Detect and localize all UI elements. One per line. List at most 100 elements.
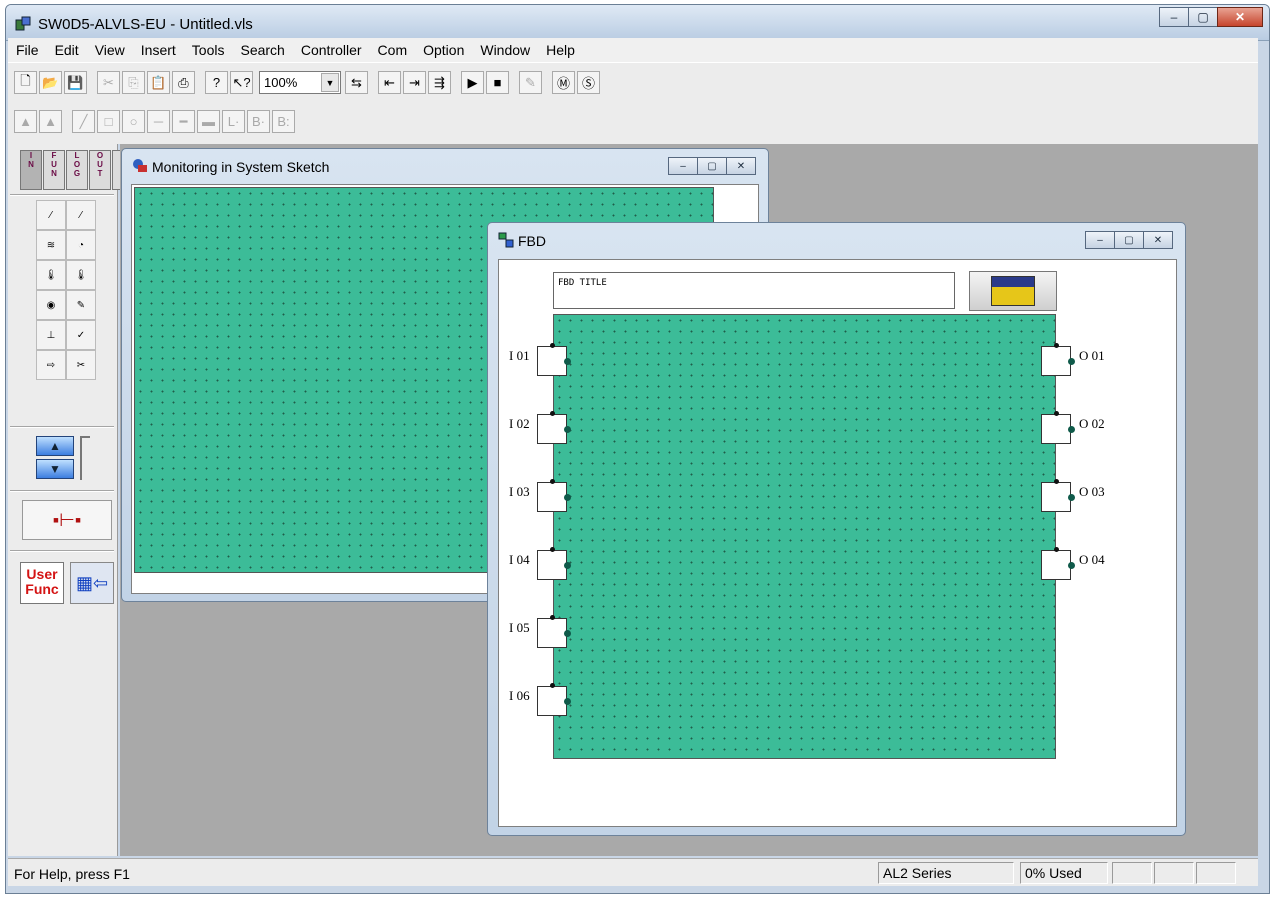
function-block-icon: ✂ (76, 359, 86, 371)
function-block-icon: ⇨ (46, 359, 56, 371)
function-block-button[interactable]: 🌡 (36, 260, 66, 290)
tab-io[interactable]: I N (20, 150, 42, 190)
tree-view-button[interactable]: ▪⊢▪ (22, 500, 112, 540)
block-button[interactable]: B· (247, 110, 270, 133)
fbd-title-field[interactable]: FBD TITLE (553, 272, 955, 309)
output-terminal[interactable] (1041, 343, 1075, 376)
menu-edit[interactable]: Edit (47, 42, 87, 58)
function-block-button[interactable]: ✂ (66, 350, 96, 380)
function-block-button[interactable]: ✎ (66, 290, 96, 320)
monitor-maximize-button[interactable]: ▢ (697, 157, 727, 175)
verify-icon: ⇶ (434, 74, 445, 90)
print-button[interactable]: ⎙ (172, 71, 195, 94)
write-button[interactable]: ⇥ (403, 71, 426, 94)
close-button[interactable]: ✕ (1217, 7, 1263, 27)
menu-view[interactable]: View (87, 42, 133, 58)
menu-file[interactable]: File (8, 42, 47, 58)
monitor-button[interactable]: Ⓜ (552, 71, 575, 94)
chevron-down-icon[interactable]: ▼ (321, 73, 339, 92)
new-button[interactable]: 🗋 (14, 71, 37, 94)
output-label: O 01 (1079, 348, 1105, 363)
monitor-minimize-button[interactable]: – (668, 157, 698, 175)
line-medium-button[interactable]: ━ (172, 110, 195, 133)
paste-button[interactable]: 📋 (147, 71, 170, 94)
output-terminal[interactable] (1041, 547, 1075, 580)
menu-window[interactable]: Window (472, 42, 538, 58)
connector-dot (564, 494, 571, 501)
context-help-button[interactable]: ↖? (230, 71, 253, 94)
status-bar: For Help, press F1 AL2 Series 0% Used (8, 858, 1258, 886)
text-button[interactable]: B: (272, 110, 295, 133)
save-button[interactable]: 💾 (64, 71, 87, 94)
ellipse-button[interactable]: ○ (122, 110, 145, 133)
output-terminal[interactable] (1041, 479, 1075, 512)
tab-func[interactable]: F U N (43, 150, 65, 190)
function-block-button[interactable]: 🌡 (66, 260, 96, 290)
zoom-select[interactable]: 100% ▼ (259, 71, 341, 94)
input-terminal[interactable] (537, 343, 571, 376)
menu-insert[interactable]: Insert (133, 42, 184, 58)
function-block-button[interactable]: ⊥ (36, 320, 66, 350)
copy-button[interactable]: ⎘ (122, 71, 145, 94)
function-block-button[interactable]: ⇨ (36, 350, 66, 380)
slider-handle[interactable] (80, 436, 90, 480)
input-label: I 03 (509, 484, 530, 499)
rect-button[interactable]: □ (97, 110, 120, 133)
line-button[interactable]: ╱ (72, 110, 95, 133)
line-thin-button[interactable]: ─ (147, 110, 170, 133)
import-function-button[interactable]: ▦⇦ (70, 562, 114, 604)
input-terminal[interactable] (537, 615, 571, 648)
scroll-up-button[interactable]: ▲ (36, 436, 74, 456)
terminal-dot (1054, 479, 1059, 484)
line-thick-button[interactable]: ▬ (197, 110, 220, 133)
fbd-close-button[interactable]: ✕ (1143, 231, 1173, 249)
fbd-dictionary-button[interactable] (969, 271, 1057, 311)
cut-button[interactable]: ✂ (97, 71, 120, 94)
down-button[interactable]: ▲ (39, 110, 62, 133)
function-block-button[interactable]: ✓ (66, 320, 96, 350)
help-button[interactable]: ? (205, 71, 228, 94)
connector-dot (564, 562, 571, 569)
menu-tools[interactable]: Tools (184, 42, 233, 58)
function-block-button[interactable]: ⁄ (36, 200, 66, 230)
open-button[interactable]: 📂 (39, 71, 62, 94)
fbd-maximize-button[interactable]: ▢ (1114, 231, 1144, 249)
function-block-button[interactable]: ⁄ (66, 200, 96, 230)
title-bar[interactable]: SW0D5-ALVLS-EU - Untitled.vls – ▢ ✕ (6, 5, 1269, 41)
output-terminal[interactable] (1041, 411, 1075, 444)
system-button[interactable]: Ⓢ (577, 71, 600, 94)
input-label: I 05 (509, 620, 530, 635)
input-terminal[interactable] (537, 411, 571, 444)
minimize-button[interactable]: – (1159, 7, 1189, 27)
maximize-button[interactable]: ▢ (1188, 7, 1218, 27)
fbd-minimize-button[interactable]: – (1085, 231, 1115, 249)
menu-com[interactable]: Com (370, 42, 416, 58)
scroll-down-button[interactable]: ▼ (36, 459, 74, 479)
toolbar-row-1: 🗋 📂 💾 ✂ ⎘ 📋 ⎙? ↖? 100% ▼ ⇆ ⇤ ⇥ ⇶ ▶ ■ ✎ Ⓜ Ⓢ (14, 71, 602, 94)
user-func-button[interactable]: User Func (20, 562, 64, 604)
monitor-close-button[interactable]: ✕ (726, 157, 756, 175)
function-block-icon: ≋ (46, 239, 56, 251)
function-block-button[interactable]: ◔ (66, 230, 96, 260)
simulate-start-button[interactable]: ▶ (461, 71, 484, 94)
function-block-button[interactable]: ≋ (36, 230, 66, 260)
menu-option[interactable]: Option (415, 42, 472, 58)
input-terminal[interactable] (537, 547, 571, 580)
function-block-button[interactable]: ◉ (36, 290, 66, 320)
verify-button[interactable]: ⇶ (428, 71, 451, 94)
simulate-stop-button[interactable]: ■ (486, 71, 509, 94)
input-terminal[interactable] (537, 479, 571, 512)
up-button[interactable]: ▲ (14, 110, 37, 133)
terminal-dot (550, 683, 555, 688)
fbd-canvas[interactable] (553, 314, 1056, 759)
label-button[interactable]: L· (222, 110, 245, 133)
tab-out[interactable]: O U T (89, 150, 111, 190)
menu-search[interactable]: Search (232, 42, 292, 58)
read-button[interactable]: ⇤ (378, 71, 401, 94)
transfer-button[interactable]: ⇆ (345, 71, 368, 94)
tools-button[interactable]: ✎ (519, 71, 542, 94)
menu-help[interactable]: Help (538, 42, 583, 58)
menu-controller[interactable]: Controller (293, 42, 370, 58)
input-terminal[interactable] (537, 683, 571, 716)
tab-logic[interactable]: L O G (66, 150, 88, 190)
